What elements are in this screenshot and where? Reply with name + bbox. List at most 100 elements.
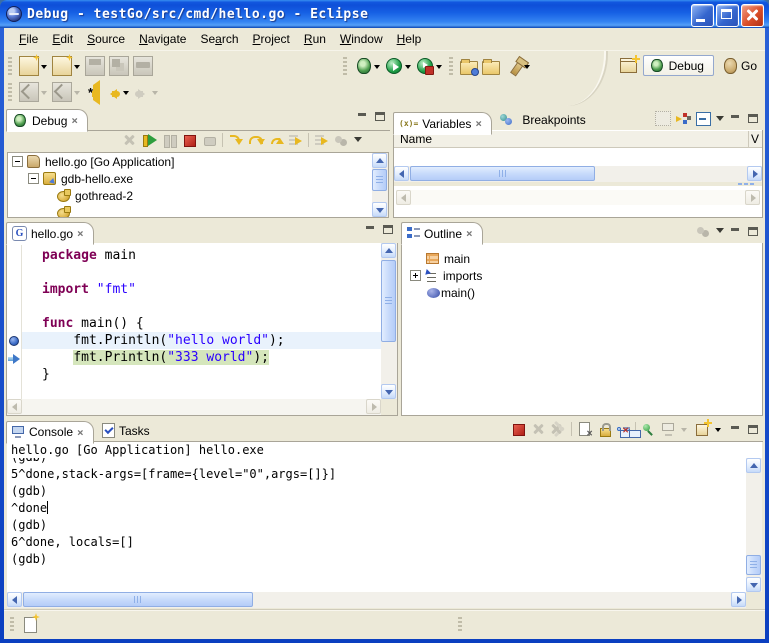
- display-console-button[interactable]: [661, 422, 676, 436]
- run-external-dropdown[interactable]: [436, 65, 442, 72]
- variables-table-body[interactable]: [394, 148, 762, 166]
- scrollbar-thumb[interactable]: [381, 260, 396, 342]
- tab-hello-go[interactable]: G hello.go ×: [6, 222, 94, 245]
- save-button[interactable]: [85, 56, 105, 76]
- new-project-dropdown[interactable]: [74, 65, 80, 72]
- scroll-up-button[interactable]: [372, 153, 387, 168]
- forward-button[interactable]: [134, 88, 150, 100]
- scroll-left-button[interactable]: [7, 592, 22, 607]
- maximize-view-button[interactable]: [747, 424, 760, 435]
- previous-annotation-dropdown[interactable]: [74, 91, 80, 98]
- display-console-dropdown[interactable]: [681, 428, 687, 435]
- minimize-view-button[interactable]: [729, 424, 742, 435]
- toolbar-grip[interactable]: [449, 57, 453, 75]
- scroll-down-button[interactable]: [372, 202, 387, 217]
- view-menu-button[interactable]: [716, 116, 724, 125]
- menu-project[interactable]: Project: [246, 30, 297, 48]
- breakpoint-ruler[interactable]: [7, 243, 22, 399]
- show-type-names-button[interactable]: [655, 111, 671, 126]
- outline-extra-button[interactable]: [696, 224, 711, 238]
- minimize-view-button[interactable]: [356, 111, 369, 122]
- minimize-view-button[interactable]: [364, 224, 377, 235]
- scrollbar-thumb[interactable]: [23, 592, 253, 607]
- open-resource-button[interactable]: [460, 61, 478, 75]
- maximize-view-button[interactable]: [374, 111, 387, 122]
- suspend-button[interactable]: [162, 133, 177, 147]
- toolbar-grip[interactable]: [8, 83, 12, 101]
- new-wizard-dropdown[interactable]: [41, 65, 47, 72]
- save-all-button[interactable]: [109, 56, 129, 76]
- drop-to-frame-button[interactable]: [288, 133, 303, 147]
- remove-all-terminated-button[interactable]: [551, 422, 566, 436]
- back-button[interactable]: [105, 88, 121, 100]
- vertical-scrollbar[interactable]: [372, 153, 388, 217]
- debug-launch-tree[interactable]: hello.go [Go Application] gdb-hello.exe …: [7, 152, 389, 218]
- collapse-expander-icon[interactable]: [12, 156, 23, 167]
- scroll-right-button[interactable]: [747, 166, 762, 181]
- tab-breakpoints[interactable]: Breakpoints: [495, 109, 594, 130]
- scrollbar-thumb[interactable]: [372, 169, 387, 191]
- disconnect-button[interactable]: [202, 133, 217, 147]
- expand-expander-icon[interactable]: [410, 270, 421, 281]
- tab-console[interactable]: Console ×: [6, 421, 94, 444]
- tab-outline[interactable]: Outline ×: [401, 222, 483, 245]
- open-perspective-button[interactable]: [620, 58, 637, 73]
- remove-launch-button[interactable]: [531, 422, 546, 436]
- previous-annotation-button[interactable]: [52, 82, 72, 102]
- menu-source[interactable]: Source: [80, 30, 132, 48]
- tree-row-clipped[interactable]: [8, 204, 388, 218]
- fast-view-icon[interactable]: [24, 617, 37, 633]
- close-tab-icon[interactable]: ×: [77, 227, 84, 240]
- minimize-view-button[interactable]: [729, 113, 742, 124]
- remove-terminated-button[interactable]: [122, 133, 137, 147]
- close-tab-icon[interactable]: ×: [71, 114, 78, 127]
- vertical-scrollbar[interactable]: [746, 458, 762, 592]
- menu-run[interactable]: Run: [297, 30, 333, 48]
- debug-view-extra-button[interactable]: [334, 133, 349, 147]
- collapse-all-button[interactable]: [696, 112, 711, 126]
- horizontal-scrollbar[interactable]: [394, 166, 762, 182]
- maximize-window-button[interactable]: [716, 4, 739, 27]
- vertical-scrollbar[interactable]: [381, 243, 397, 399]
- maximize-view-button[interactable]: [747, 113, 760, 124]
- column-divider[interactable]: [748, 131, 749, 147]
- pin-console-button[interactable]: [641, 422, 656, 436]
- tab-debug[interactable]: Debug ×: [6, 109, 88, 132]
- scrollbar-thumb[interactable]: [410, 166, 595, 181]
- perspective-debug-button[interactable]: Debug: [643, 55, 714, 76]
- menu-search[interactable]: Search: [193, 30, 245, 48]
- console-output[interactable]: (gdb) 5^done,stack-args=[frame={level="0…: [7, 458, 746, 592]
- scroll-up-button[interactable]: [746, 458, 761, 473]
- step-over-button[interactable]: [248, 133, 263, 147]
- next-annotation-dropdown[interactable]: [41, 91, 47, 98]
- scroll-left-button[interactable]: [394, 166, 409, 181]
- scroll-down-button[interactable]: [746, 577, 761, 592]
- breakpoint-icon[interactable]: [9, 336, 19, 346]
- menu-edit[interactable]: Edit: [45, 30, 80, 48]
- close-tab-icon[interactable]: ×: [466, 227, 473, 240]
- maximize-view-button[interactable]: [382, 224, 395, 235]
- scroll-down-button[interactable]: [381, 384, 396, 399]
- close-tab-icon[interactable]: ×: [475, 117, 482, 130]
- tree-row-launch[interactable]: hello.go [Go Application]: [8, 153, 388, 170]
- use-step-filters-button[interactable]: [314, 133, 329, 147]
- open-folder-button[interactable]: [482, 61, 500, 75]
- perspective-go-button[interactable]: Go: [720, 56, 761, 76]
- tree-row-process[interactable]: gdb-hello.exe: [8, 170, 388, 187]
- open-console-dropdown[interactable]: [715, 428, 721, 435]
- terminate-button[interactable]: [511, 422, 526, 436]
- variables-detail-pane[interactable]: [394, 186, 762, 217]
- print-button[interactable]: [133, 56, 153, 76]
- minimize-window-button[interactable]: [691, 4, 714, 27]
- menu-window[interactable]: Window: [333, 30, 390, 48]
- menu-file[interactable]: File: [12, 30, 45, 48]
- outline-item-package[interactable]: main: [410, 250, 762, 267]
- maximize-view-button[interactable]: [747, 226, 760, 237]
- outline-item-imports[interactable]: imports: [410, 267, 762, 284]
- scroll-up-button[interactable]: [381, 243, 396, 258]
- tree-row-thread[interactable]: gothread-2: [8, 187, 388, 204]
- tab-variables[interactable]: (x)= Variables ×: [393, 112, 492, 135]
- outline-item-main-func[interactable]: main(): [410, 284, 762, 301]
- horizontal-scrollbar[interactable]: [7, 592, 746, 608]
- next-annotation-button[interactable]: [19, 82, 39, 102]
